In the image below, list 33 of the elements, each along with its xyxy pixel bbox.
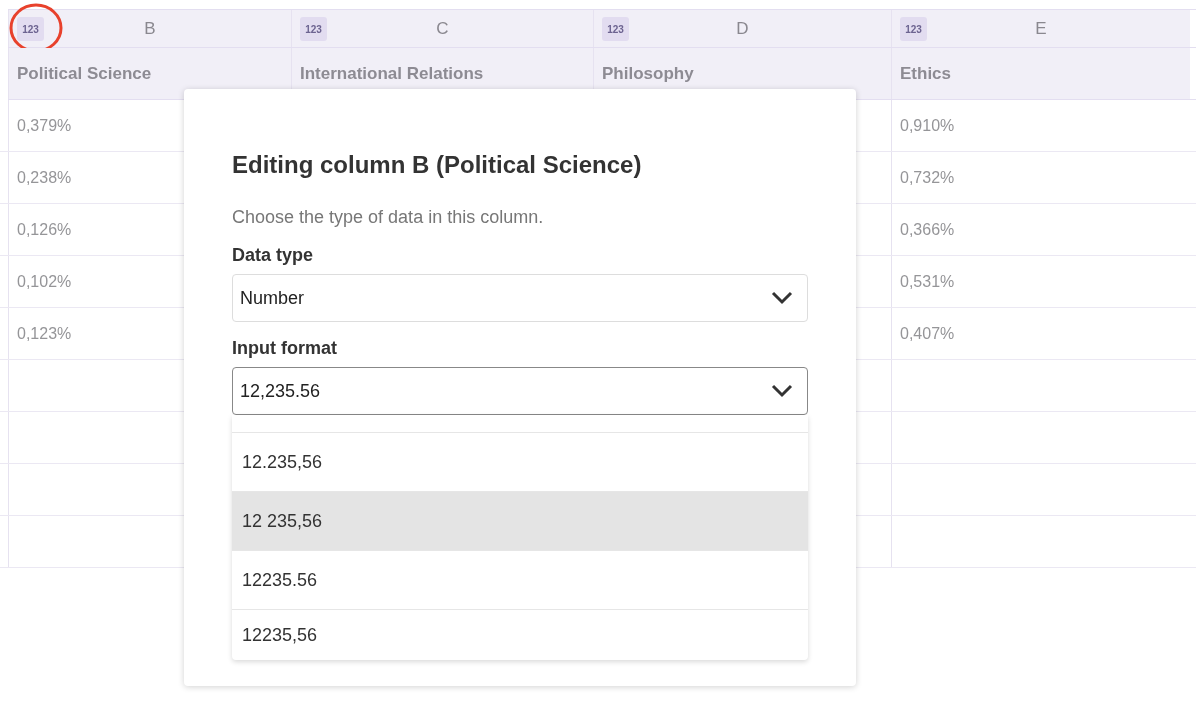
field-label: Input format <box>232 337 338 360</box>
number-type-badge[interactable]: 123 <box>900 17 927 41</box>
dropdown-option[interactable]: 12235.56 <box>232 551 808 610</box>
column-letter: E <box>1035 18 1047 39</box>
dropdown-option[interactable]: 12 235,56 <box>232 492 808 551</box>
number-type-badge[interactable]: 123 <box>300 17 327 41</box>
table-cell: 0,732% <box>900 168 955 187</box>
table-cell: 0,379% <box>17 116 72 135</box>
table-cell: 0,123% <box>17 324 72 343</box>
table-cell: 0,531% <box>900 272 955 291</box>
table-cell: 0,407% <box>900 324 955 343</box>
column-name: Political Science <box>17 63 152 84</box>
table-cell: 0,238% <box>17 168 72 187</box>
column-name: International Relations <box>300 63 484 84</box>
column-letter: B <box>144 18 156 39</box>
dialog-description: Choose the type of data in this column. <box>232 206 545 229</box>
table-cell: 0,366% <box>900 220 955 239</box>
column-letter: C <box>436 18 449 39</box>
number-type-badge[interactable]: 123 <box>602 17 629 41</box>
table-cell: 0,910% <box>900 116 955 135</box>
chevron-down-icon <box>771 384 793 398</box>
number-type-badge[interactable]: 123 <box>17 17 44 41</box>
column-name: Ethics <box>900 63 952 84</box>
dropdown-option[interactable]: 12235,56 <box>232 610 808 660</box>
table-cell: 0,126% <box>17 220 72 239</box>
column-letter: D <box>736 18 749 39</box>
field-label: Data type <box>232 244 315 267</box>
table-cell: 0,102% <box>17 272 72 291</box>
dropdown-select[interactable]: Number <box>232 274 808 322</box>
dropdown-select[interactable]: 12,235.56 <box>232 367 808 415</box>
column-name: Philosophy <box>602 63 694 84</box>
dialog-title: Editing column B (Political Science) <box>232 150 643 180</box>
chevron-down-icon <box>771 291 793 305</box>
